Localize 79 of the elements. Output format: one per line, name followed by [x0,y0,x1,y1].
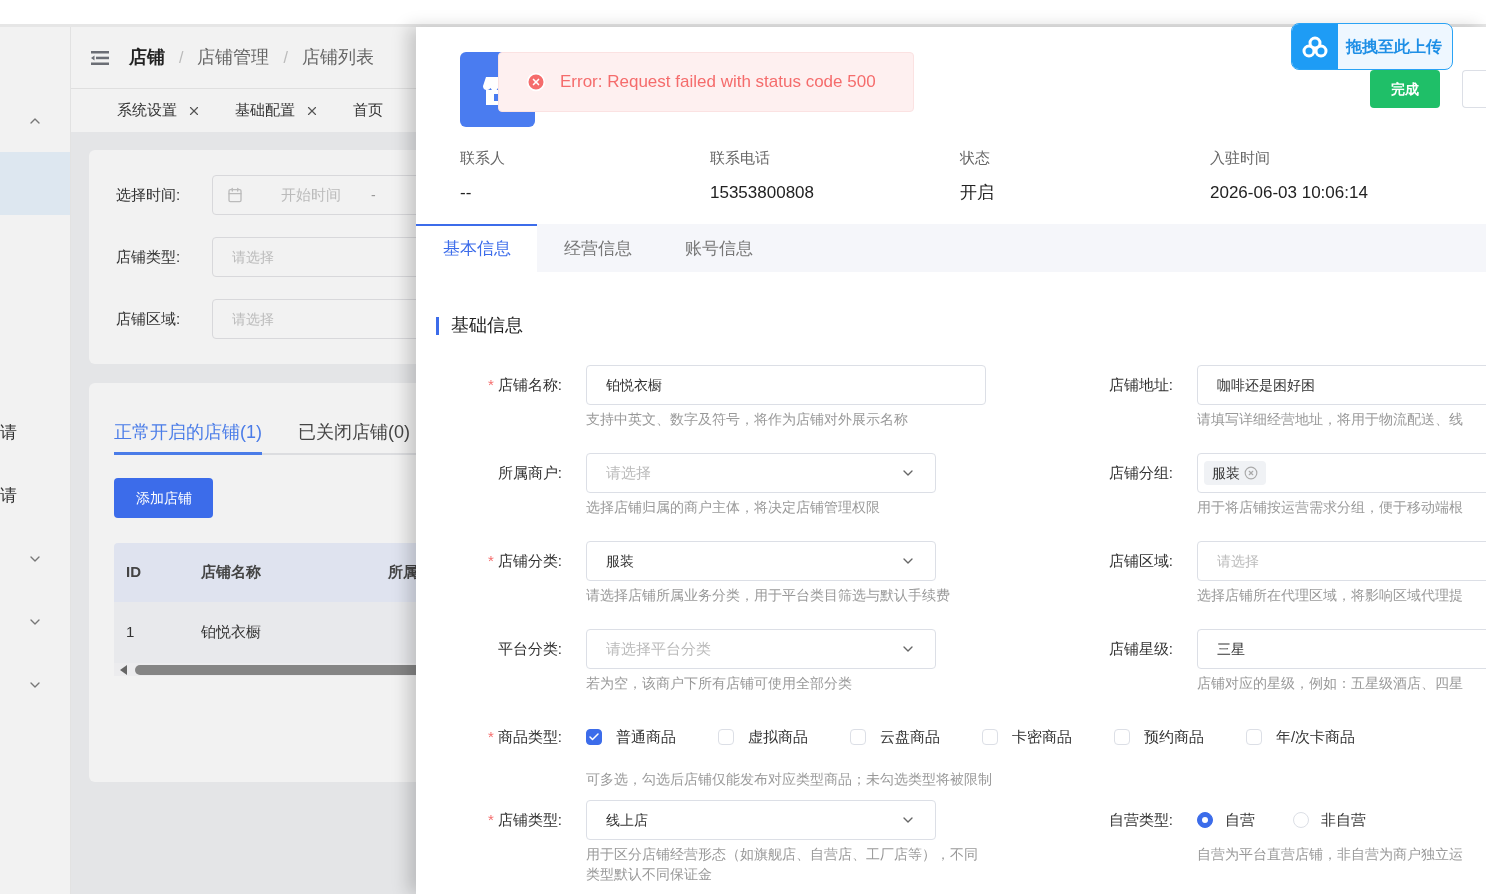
calendar-icon [227,187,243,203]
tag: 服装 [1204,461,1266,485]
list-tab[interactable]: 已关闭店铺(0) [298,419,410,455]
radio-option[interactable]: 非自营 [1293,808,1366,832]
select-field[interactable]: 线上店 [586,800,936,840]
column-header: ID [125,562,142,583]
breadcrumb-separator: / [179,47,184,68]
checkbox[interactable] [586,729,602,745]
field-label: 店铺区域: [1108,550,1173,571]
field-label: 所属商户: [497,462,562,483]
tag-select-field[interactable]: 服装 [1197,453,1486,493]
table-cell-text: 1 [125,622,136,643]
field-label: 平台分类: [497,638,562,659]
field-hint: 请选择店铺所属业务分类，用于平台类目筛选与默认手续费 [586,586,951,605]
input-field[interactable]: 铂悦衣橱 [586,365,986,405]
info-label: 入驻时间 [1210,148,1271,168]
field-label: 店铺分组: [1108,462,1173,483]
error-icon [526,72,546,92]
remove-icon[interactable] [1244,466,1258,480]
page-tab[interactable]: 首页 [353,99,383,122]
sidebar-item[interactable]: 请 [0,419,17,446]
drawer-tab[interactable]: 基本信息 [416,224,537,272]
drawer-tab[interactable]: 经营信息 [537,224,658,272]
field-hint: 店铺对应的星级，例如：五星级酒店、四星 [1197,674,1464,693]
list-tab[interactable]: 正常开启的店铺(1) [114,419,262,455]
checkbox-option[interactable]: 预约商品 [1114,725,1218,749]
breadcrumb-separator: / [283,47,288,68]
field-hint: 可多选，勾选后店铺仅能发布对应类型商品；未勾选类型将被限制 [586,770,993,789]
page-tab[interactable]: 系统设置 [117,99,201,122]
menu-fold-icon[interactable] [91,50,109,65]
filter-label: 店铺类型: [116,246,182,267]
filter-label: 选择时间: [116,184,182,205]
input-field[interactable]: 咖啡还是困好困 [1197,365,1486,405]
field-hint: 用于区分店铺经营形态（如旗舰店、自营店、工厂店等），不同类型默认不同保证金 [586,845,979,884]
field-label: * 店铺名称: [488,374,562,395]
info-value: 开启 [960,181,995,204]
field-hint: 选择店铺归属的商户主体，将决定店铺管理权限 [586,498,881,517]
table-cell-text: 铂悦衣橱 [201,622,262,643]
info-label: 联系电话 [710,148,771,168]
field-hint: 若为空，该商户下所有店铺可使用全部分类 [586,674,853,693]
checkbox-option[interactable]: 虚拟商品 [718,725,822,749]
cloud-icon [1302,35,1328,58]
info-value: -- [460,181,473,204]
field-hint: 请填写详细经营地址，将用于物流配送、线 [1197,410,1464,429]
checkbox-option[interactable]: 卡密商品 [982,725,1086,749]
breadcrumb-item[interactable]: 店铺管理 [197,44,270,71]
field-label: 自营类型: [1108,809,1173,830]
field-label: 店铺星级: [1108,638,1173,659]
checkbox-option[interactable]: 云盘商品 [850,725,954,749]
field-hint: 自营为平台直营店铺，非自营为商户独立运 [1197,845,1464,864]
radio-option[interactable]: 自营 [1197,808,1255,832]
field-hint: 用于将店铺按运营需求分组，便于移动端根 [1197,498,1464,517]
field-hint: 选择店铺所在代理区域，将影响区域代理提 [1197,586,1464,605]
breadcrumb-item[interactable]: 店铺 [129,44,165,71]
add-store-button[interactable]: 添加店铺 [114,478,213,518]
scroll-left-icon[interactable] [120,664,127,675]
breadcrumb-item[interactable]: 店铺列表 [301,44,374,71]
field-label: * 商品类型: [488,726,562,747]
sidebar-item[interactable]: 请 [0,482,17,509]
column-header: 店铺名称 [201,562,262,583]
radio-button[interactable] [1197,812,1213,828]
info-label: 状态 [960,148,991,168]
drawer-tab[interactable]: 账号信息 [658,224,779,272]
field-label: * 店铺分类: [488,550,562,571]
check-icon [588,731,600,743]
field-label: 店铺地址: [1108,374,1173,395]
input-field[interactable]: 三星 [1197,629,1486,669]
toast-message: Error: Request failed with status code 500 [560,71,876,94]
info-value: 15353800808 [710,181,815,204]
field-hint: 支持中英文、数字及符号，将作为店铺对外展示名称 [586,410,909,429]
section-title: 基础信息 [451,314,523,337]
scrollbar-thumb[interactable] [135,664,416,675]
select-field[interactable]: 服装 [586,541,936,581]
info-label: 联系人 [460,148,506,168]
field-label: * 店铺类型: [488,809,562,830]
filter-label: 店铺区域: [116,308,182,329]
checkbox-option[interactable]: 普通商品 [586,725,690,749]
info-value: 2026-06-03 10:06:14 [1210,181,1369,204]
page-tab[interactable]: 基础配置 [235,99,319,122]
